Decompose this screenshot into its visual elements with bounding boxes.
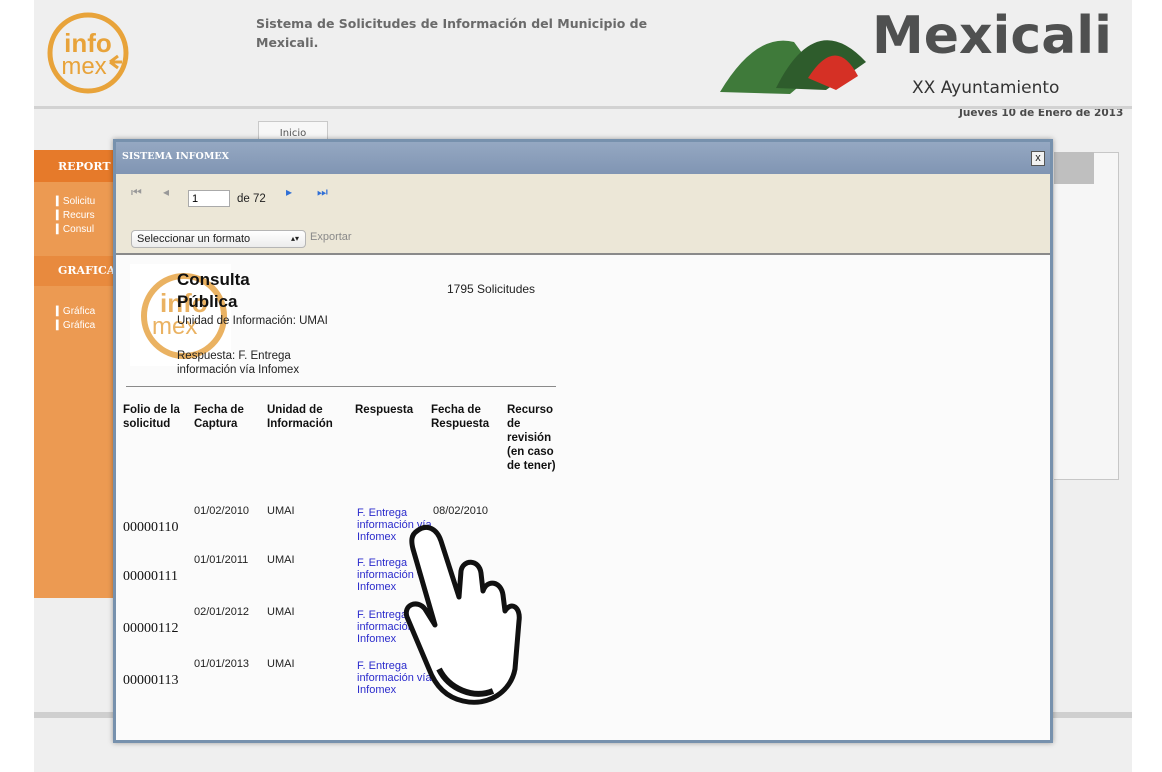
- table-cell-unidad: UMAI: [267, 554, 295, 566]
- column-header-folio: Folio de la solicitud: [123, 404, 180, 430]
- brand-subtitle: XX Ayuntamiento: [912, 78, 1060, 98]
- table-cell-fecha-respuesta: 08/02/2010: [433, 505, 489, 517]
- brand-name: Mexicali: [872, 6, 1112, 66]
- table-cell-fecha-captura: 02/01/2012: [194, 606, 250, 618]
- table-cell-fecha-captura: 01/01/2011: [194, 554, 249, 566]
- export-format-value: Seleccionar un formato: [137, 233, 251, 245]
- logo-text-bottom: mex: [61, 53, 106, 80]
- column-header-fecha-captura: Fecha de Captura: [194, 404, 244, 430]
- column-header-respuesta: Respuesta: [355, 404, 414, 416]
- sidebar-item-grafica-1[interactable]: Gráfica: [56, 306, 95, 317]
- sidebar-section-reports[interactable]: REPORT: [34, 150, 120, 182]
- select-arrows-icon: ▴▾: [290, 234, 299, 243]
- next-page-icon[interactable]: ▸: [286, 185, 292, 199]
- report-title: Consulta Pública: [177, 270, 250, 311]
- column-header-recurso: Recurso de revisión (en caso de tener): [507, 404, 556, 472]
- background-content-panel: [1054, 152, 1119, 480]
- report-toolbar: ⏮ ◂ de 72 ▸ ⏭ Seleccionar un formato ▴▾ …: [116, 174, 1050, 255]
- sidebar: REPORT Solicitu Recurs Consul GRAFICA Gr…: [34, 150, 120, 598]
- column-header-fecha-respuesta: Fecha de Respuesta: [431, 404, 490, 430]
- table-cell-folio: 00000112: [123, 621, 179, 636]
- table-cell-fecha-respuesta: 2013: [466, 658, 491, 670]
- table-cell-unidad: UMAI: [267, 606, 295, 618]
- table-cell-respuesta-link[interactable]: F. Entrega información vía Infomex: [357, 609, 437, 645]
- table-cell-unidad: UMAI: [267, 505, 295, 517]
- sidebar-section-graficas[interactable]: GRAFICA: [34, 256, 120, 286]
- export-button[interactable]: Exportar: [310, 231, 352, 243]
- table-cell-respuesta-link[interactable]: F. Entrega información vía Infomex: [357, 660, 437, 696]
- header-divider: [34, 106, 1132, 109]
- infomex-logo: info mex: [47, 12, 129, 94]
- table-cell-respuesta-link[interactable]: F. Entrega información vía Infomex: [357, 507, 437, 543]
- table-cell-fecha-captura: 01/01/2013: [194, 658, 250, 670]
- report-body: info mex Consulta Pública Unidad de Info…: [116, 255, 1050, 740]
- report-divider: [126, 386, 556, 387]
- table-cell-folio: 00000110: [123, 520, 179, 535]
- prev-page-icon[interactable]: ◂: [163, 185, 169, 199]
- page-count: de 72: [237, 193, 266, 205]
- table-cell-respuesta-link[interactable]: F. Entrega información vía Infomex: [357, 557, 437, 593]
- table-cell-fecha-captura: 01/02/2010: [194, 505, 250, 517]
- column-header-unidad: Unidad de Información: [267, 404, 333, 430]
- table-cell-folio: 00000111: [123, 569, 178, 584]
- table-cell-folio: 00000113: [123, 673, 179, 688]
- report-response-label: Respuesta: F. Entrega información vía In…: [177, 350, 300, 376]
- sidebar-item-solicitudes[interactable]: Solicitu: [56, 196, 95, 207]
- report-unit-label: Unidad de Información: UMAI: [177, 315, 328, 327]
- sidebar-item-grafica-2[interactable]: Gráfica: [56, 320, 95, 331]
- close-button[interactable]: x: [1031, 151, 1045, 166]
- infomex-report-dialog: SISTEMA INFOMEX x ⏮ ◂ de 72 ▸ ⏭ Seleccio…: [113, 139, 1053, 743]
- export-format-select[interactable]: Seleccionar un formato ▴▾: [131, 230, 306, 248]
- page-number-input[interactable]: [188, 190, 230, 207]
- sidebar-item-consulta[interactable]: Consul: [56, 224, 94, 235]
- last-page-icon[interactable]: ⏭: [317, 185, 328, 200]
- table-cell-unidad: UMAI: [267, 658, 295, 670]
- sidebar-item-recursos[interactable]: Recurs: [56, 210, 95, 221]
- dialog-title-bar[interactable]: SISTEMA INFOMEX x: [116, 142, 1050, 174]
- first-page-icon[interactable]: ⏮: [131, 185, 142, 200]
- background-panel-header: [1054, 152, 1094, 184]
- dialog-title: SISTEMA INFOMEX: [122, 151, 229, 162]
- system-title: Sistema de Solicitudes de Información de…: [256, 16, 648, 50]
- request-count: 1795 Solicitudes: [447, 282, 536, 296]
